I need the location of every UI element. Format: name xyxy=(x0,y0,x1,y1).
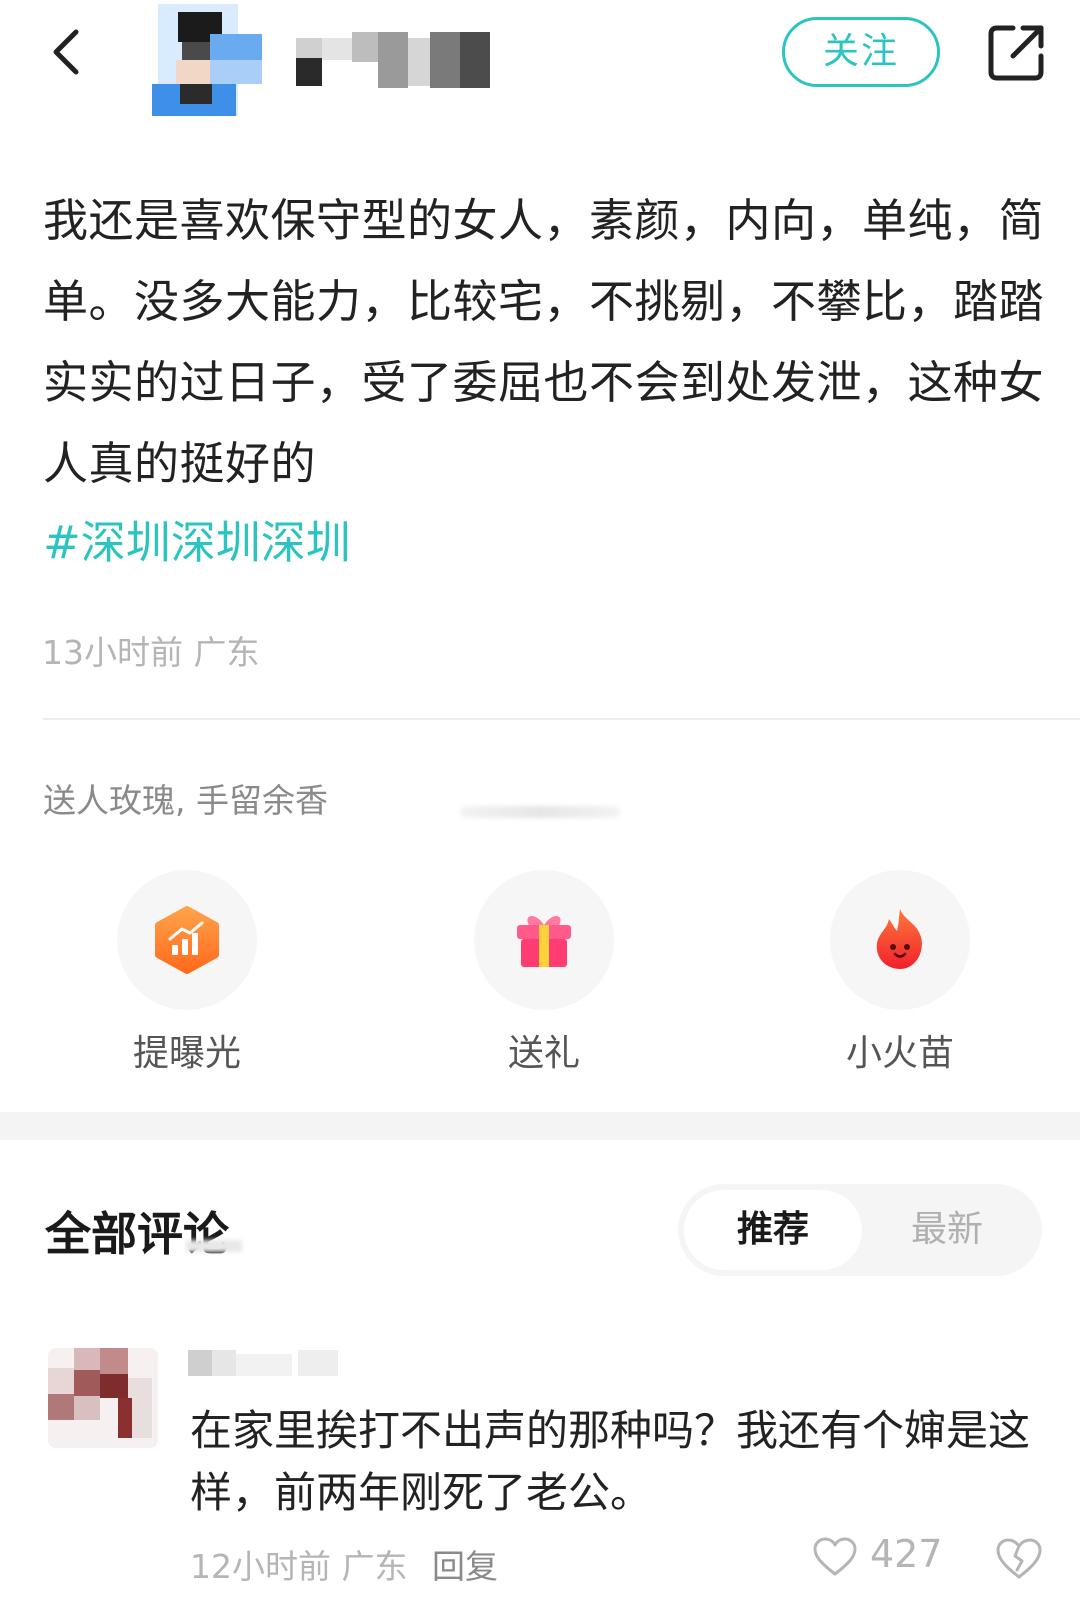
boost-circle xyxy=(117,870,257,1010)
comments-title: 全部评论 xyxy=(45,1207,229,1261)
topic-hashtag[interactable]: #深圳深圳深圳 xyxy=(43,508,351,578)
gift-button[interactable]: 送礼 xyxy=(464,870,624,1076)
post-location: 广东 xyxy=(193,633,260,672)
boost-button[interactable]: 提曝光 xyxy=(107,870,267,1076)
flame-button[interactable]: 小火苗 xyxy=(820,870,980,1076)
author-name[interactable] xyxy=(296,32,490,88)
section-separator xyxy=(0,1112,1080,1140)
flame-icon xyxy=(876,909,922,969)
external-share-icon xyxy=(988,25,1044,81)
comment-meta: 12小时前 广东 回复 xyxy=(190,1540,498,1588)
comment-time: 12小时前 xyxy=(190,1547,331,1586)
blurred-supporters xyxy=(460,806,620,818)
follow-button[interactable]: 关注 xyxy=(782,17,940,87)
share-button[interactable] xyxy=(985,20,1049,84)
post-detail-page: 关注 我还是喜欢保守型的女人，素颜，内向，单纯，简单。没多大能力，比较宅，不挑剔… xyxy=(0,0,1080,1616)
boost-icon xyxy=(155,906,219,974)
gift-tip: 送人玫瑰, 手留余香 xyxy=(43,781,328,820)
gift-label: 送礼 xyxy=(507,1033,580,1074)
post-time: 13小时前 xyxy=(42,633,183,672)
boost-label: 提曝光 xyxy=(132,1033,241,1074)
gift-icon xyxy=(517,915,571,967)
comment-sort-toggle: 推荐 最新 xyxy=(678,1184,1042,1276)
author-avatar[interactable] xyxy=(152,4,270,116)
broken-heart-icon xyxy=(996,1538,1042,1579)
divider xyxy=(43,718,1080,720)
top-bar: 关注 xyxy=(0,0,1080,120)
heart-icon xyxy=(813,1537,857,1576)
post-meta: 13小时前 广东 xyxy=(42,626,260,674)
title-smear xyxy=(186,1240,242,1252)
back-button[interactable] xyxy=(42,22,92,82)
dislike-button[interactable] xyxy=(994,1536,1044,1586)
chevron-left-icon xyxy=(53,29,79,75)
comment-location: 广东 xyxy=(341,1547,408,1586)
flame-label: 小火苗 xyxy=(845,1033,954,1074)
gift-circle xyxy=(474,870,614,1010)
comment-text: 在家里挨打不出声的那种吗？我还有个婶是这样，前两年刚死了老公。 xyxy=(190,1406,1031,1517)
flame-circle xyxy=(830,870,970,1010)
sort-recommended-tab[interactable]: 推荐 xyxy=(684,1190,862,1270)
sort-latest-tab[interactable]: 最新 xyxy=(858,1190,1036,1270)
reply-button[interactable]: 回复 xyxy=(432,1547,498,1586)
post-body: 我还是喜欢保守型的女人，素颜，内向，单纯，简单。没多大能力，比较宅，不挑剔，不攀… xyxy=(43,194,1045,490)
like-count: 427 xyxy=(870,1532,943,1576)
commenter-name[interactable] xyxy=(188,1350,358,1376)
commenter-avatar[interactable] xyxy=(48,1348,158,1448)
